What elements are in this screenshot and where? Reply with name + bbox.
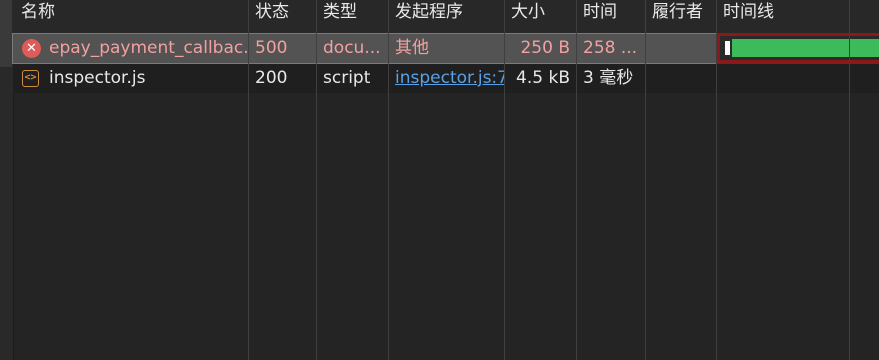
error-circle-icon: ✕ — [22, 39, 41, 58]
column-divider[interactable] — [388, 0, 389, 360]
request-fulfilled-by — [646, 64, 717, 93]
request-time: 258 ... — [583, 38, 638, 58]
column-divider[interactable] — [316, 0, 317, 360]
column-header-type[interactable]: 类型 — [317, 0, 357, 26]
initiator-link[interactable]: inspector.js:7 — [389, 64, 505, 93]
column-header-fulfilled-by[interactable]: 履行者 — [646, 0, 703, 26]
column-header-initiator[interactable]: 发起程序 — [389, 0, 463, 26]
request-status: 500 — [255, 38, 288, 58]
script-file-icon: <> — [22, 70, 39, 87]
timeline-track — [720, 36, 879, 60]
request-type: script — [323, 68, 371, 88]
request-size: 4.5 kB — [516, 68, 570, 88]
request-name[interactable]: epay_payment_callbac... — [43, 34, 249, 63]
timeline-gridline — [849, 0, 850, 360]
request-status: 200 — [255, 68, 288, 88]
column-divider[interactable] — [716, 0, 717, 360]
request-size: 250 B — [520, 38, 570, 58]
column-header-timeline[interactable]: 时间线 — [717, 0, 774, 26]
column-header-size[interactable]: 大小 — [505, 0, 545, 26]
timeline-waiting-marker — [725, 41, 730, 55]
request-type: docu... — [323, 38, 381, 58]
column-divider[interactable] — [645, 0, 646, 360]
request-fulfilled-by — [646, 34, 717, 63]
request-initiator: 其他 — [395, 38, 429, 58]
network-request-table: 名称 状态 类型 发起程序 大小 时间 履行者 时间线 ✕ epay_payme… — [12, 0, 879, 360]
column-divider[interactable] — [248, 0, 249, 360]
timeline-download-bar[interactable] — [732, 39, 879, 57]
timeline-selected-highlight — [717, 33, 879, 64]
request-name[interactable]: inspector.js — [43, 64, 249, 93]
column-header-time[interactable]: 时间 — [577, 0, 617, 26]
request-time: 3 毫秒 — [583, 68, 634, 88]
column-divider[interactable] — [576, 0, 577, 360]
column-header-status[interactable]: 状态 — [249, 0, 289, 26]
side-panel-edge — [0, 0, 14, 360]
column-divider[interactable] — [504, 0, 505, 360]
table-row[interactable]: <> inspector.js 200 script inspector.js:… — [13, 64, 879, 93]
side-panel-handle[interactable] — [0, 0, 12, 67]
table-header: 名称 状态 类型 发起程序 大小 时间 履行者 时间线 — [13, 0, 879, 34]
column-header-name[interactable]: 名称 — [15, 0, 55, 26]
